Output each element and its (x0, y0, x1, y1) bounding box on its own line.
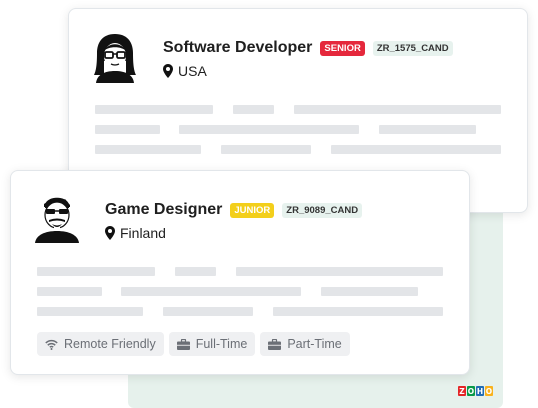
placeholder-line (163, 307, 253, 316)
placeholder-line (37, 307, 143, 316)
tag-part-time[interactable]: Part-Time (260, 332, 350, 356)
tag-label: Remote Friendly (64, 337, 156, 351)
candidate-code: ZR_9089_CAND (282, 202, 363, 218)
male-avatar-icon (35, 197, 79, 243)
briefcase-icon (268, 338, 282, 350)
candidate-code: ZR_1575_CAND (372, 40, 453, 56)
placeholder-line (95, 125, 160, 134)
placeholder-line (121, 287, 301, 296)
placeholder-line (331, 145, 501, 154)
job-title: Game Designer (105, 201, 223, 218)
placeholder-line (379, 125, 476, 134)
tag-label: Part-Time (287, 337, 342, 351)
zoho-logo: Z O H O (458, 386, 493, 396)
placeholder-line (37, 287, 102, 296)
job-tags: Remote Friendly Full-Time Part-Time (37, 332, 350, 356)
placeholder-line (179, 125, 359, 134)
level-badge: SENIOR (320, 40, 365, 56)
map-pin-icon (163, 64, 173, 78)
female-avatar-icon (94, 34, 136, 83)
placeholder-line (37, 267, 155, 276)
logo-letter: H (476, 386, 484, 396)
candidate-card-game-designer[interactable]: Game Designer JUNIOR ZR_9089_CAND Finlan… (10, 170, 470, 375)
placeholder-line (233, 105, 274, 114)
placeholder-line (95, 145, 201, 154)
placeholder-line (273, 307, 443, 316)
tag-remote-friendly[interactable]: Remote Friendly (37, 332, 164, 356)
level-badge: JUNIOR (230, 202, 275, 218)
map-pin-icon (105, 226, 115, 240)
placeholder-line (321, 287, 418, 296)
placeholder-line (95, 105, 213, 114)
logo-letter: O (485, 386, 493, 396)
location-text: USA (178, 63, 207, 79)
placeholder-line (175, 267, 216, 276)
logo-letter: Z (458, 386, 466, 396)
placeholder-line (221, 145, 311, 154)
job-title: Software Developer (163, 39, 313, 56)
placeholder-line (236, 267, 443, 276)
location-text: Finland (120, 225, 166, 241)
tag-full-time[interactable]: Full-Time (168, 332, 256, 356)
briefcase-icon (176, 338, 190, 350)
wifi-icon (45, 339, 58, 350)
logo-letter: O (467, 386, 475, 396)
tag-label: Full-Time (195, 337, 248, 351)
placeholder-line (294, 105, 501, 114)
